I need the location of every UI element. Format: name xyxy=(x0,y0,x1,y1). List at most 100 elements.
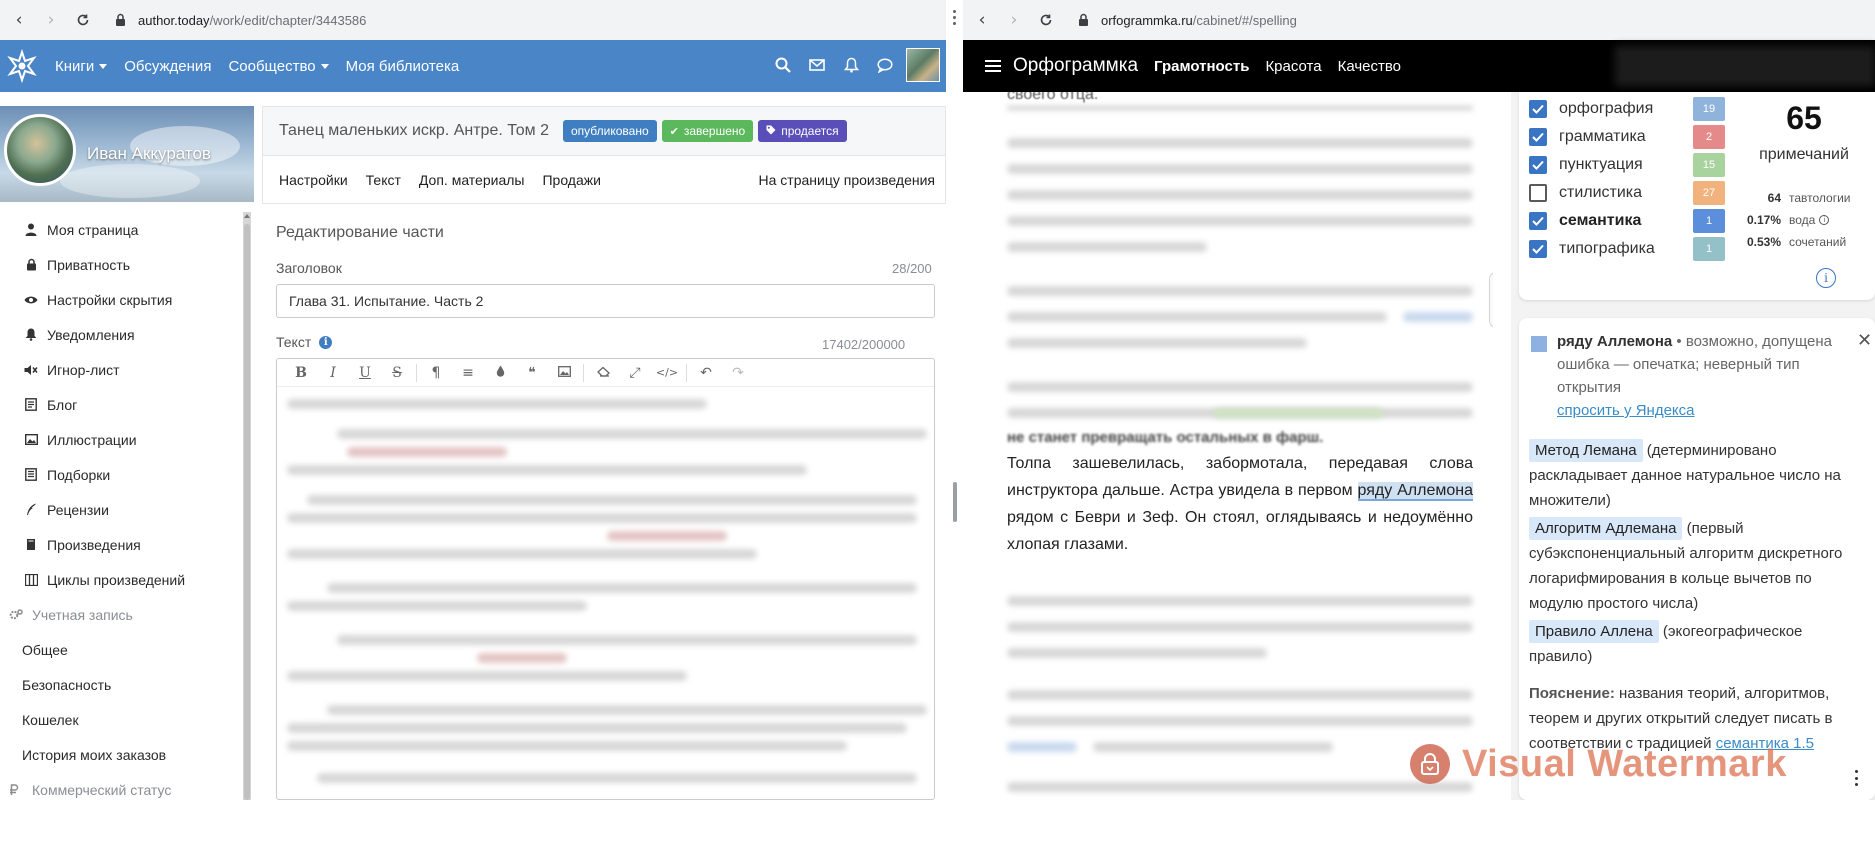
clear-format-button[interactable] xyxy=(587,361,619,385)
site-info-lock-icon[interactable] xyxy=(1075,11,1091,29)
brand-title[interactable]: Орфограммка xyxy=(1013,55,1138,77)
document-paragraph[interactable]: Толпа зашевелилась, забормотала, передав… xyxy=(1007,450,1473,558)
color-button[interactable] xyxy=(484,361,516,385)
scrollbar-thumb[interactable] xyxy=(244,224,250,800)
work-title[interactable]: Танец маленьких искр. Антре. Том 2 xyxy=(279,122,549,140)
sidebar-item-works[interactable]: Произведения xyxy=(0,527,246,562)
category-row-spelling[interactable]: орфография 19 xyxy=(1529,97,1725,121)
nav-beauty[interactable]: Красота xyxy=(1265,58,1321,75)
checkbox-checked-icon[interactable] xyxy=(1529,212,1547,230)
tab-text[interactable]: Текст xyxy=(366,172,401,188)
more-options-icon[interactable] xyxy=(1855,770,1859,786)
nav-quality[interactable]: Качество xyxy=(1338,58,1401,75)
nav-literacy[interactable]: Грамотность xyxy=(1154,58,1249,75)
scroll-up-arrow-icon[interactable] xyxy=(244,214,250,218)
sidebar-item-reviews[interactable]: Рецензии xyxy=(0,492,246,527)
suggestion-button[interactable]: Метод Лемана xyxy=(1529,439,1643,462)
tab-sales[interactable]: Продажи xyxy=(542,172,600,188)
checkbox-unchecked-icon[interactable] xyxy=(1529,184,1547,202)
text-editor[interactable]: B I U S ¶ ≡ ❝ ⤢ </> ↶ ↷ xyxy=(276,358,935,800)
redo-button[interactable]: ↷ xyxy=(722,361,754,385)
category-row-stylistics[interactable]: стилистика 27 xyxy=(1529,181,1725,205)
sidebar-item-privacy[interactable]: Приватность xyxy=(0,247,246,282)
divider-grip[interactable] xyxy=(953,482,957,522)
suggestion-button[interactable]: Правило Аллена xyxy=(1529,620,1659,643)
info-icon[interactable]: i xyxy=(1816,268,1836,288)
menu-books[interactable]: Книги xyxy=(55,58,108,75)
reload-button[interactable] xyxy=(1033,7,1059,33)
category-row-punctuation[interactable]: пунктуация 15 xyxy=(1529,153,1725,177)
highlighted-error[interactable]: ряду Аллемона xyxy=(1357,482,1473,501)
messages-button[interactable] xyxy=(800,47,834,83)
category-row-grammar[interactable]: грамматика 2 xyxy=(1529,125,1725,149)
reload-button[interactable] xyxy=(70,7,96,33)
split-view-divider[interactable] xyxy=(946,0,963,800)
checkbox-checked-icon[interactable] xyxy=(1529,240,1547,258)
right-url[interactable]: orfogrammka.ru/cabinet/#/spelling xyxy=(1101,13,1297,28)
ask-yandex-link[interactable]: спросить у Яндекса xyxy=(1557,402,1695,419)
quote-button[interactable]: ❝ xyxy=(516,361,548,385)
align-dropdown[interactable]: ≡ xyxy=(452,361,484,385)
category-row-semantics[interactable]: семантика 1 xyxy=(1529,209,1725,233)
hamburger-menu-icon[interactable] xyxy=(985,60,1001,72)
sidebar-item-blog[interactable]: Блог xyxy=(0,387,246,422)
sidebar-item-general[interactable]: Общее xyxy=(0,632,246,667)
forward-button[interactable]: › xyxy=(38,7,64,33)
chapter-title-input[interactable]: Глава 31. Испытание. Часть 2 xyxy=(276,284,935,318)
back-button[interactable]: ‹ xyxy=(6,7,32,33)
orfogrammka-window: ‹ › orfogrammka.ru/cabinet/#/spelling Ор… xyxy=(963,0,1875,800)
menu-my-library[interactable]: Моя библиотека xyxy=(346,58,460,75)
sidebar-item-series[interactable]: Циклы произведений xyxy=(0,562,246,597)
mute-icon xyxy=(24,364,38,376)
site-logo[interactable] xyxy=(2,46,42,86)
stat-tautology[interactable]: 64 тавтологии xyxy=(1739,190,1851,206)
strikethrough-button[interactable]: S xyxy=(381,361,413,385)
sidebar-item-ignore-list[interactable]: Игнор-лист xyxy=(0,352,246,387)
site-info-lock-icon[interactable] xyxy=(112,11,128,29)
info-icon[interactable]: i xyxy=(319,335,333,349)
profile-avatar[interactable] xyxy=(4,114,76,186)
sidebar-item-notifications[interactable]: Уведомления xyxy=(0,317,246,352)
search-button[interactable] xyxy=(766,47,800,83)
menu-discussions[interactable]: Обсуждения xyxy=(124,58,211,75)
rule-link[interactable]: семантика 1.5 xyxy=(1716,735,1814,752)
forward-button[interactable]: › xyxy=(1001,7,1027,33)
close-icon[interactable]: ✕ xyxy=(1857,330,1872,351)
chat-button[interactable] xyxy=(868,47,902,83)
category-row-typography[interactable]: типографика 1 xyxy=(1529,237,1725,261)
sidebar-scrollbar[interactable] xyxy=(243,212,251,800)
sidebar-item-order-history[interactable]: История моих заказов xyxy=(0,737,246,772)
profile-name[interactable]: Иван Аккуратов xyxy=(87,144,211,164)
paragraph-button[interactable]: ¶ xyxy=(420,361,452,385)
divider-dot xyxy=(953,10,956,13)
sidebar-item-security[interactable]: Безопасность xyxy=(0,667,246,702)
back-button[interactable]: ‹ xyxy=(969,7,995,33)
left-url[interactable]: author.today/work/edit/chapter/3443586 xyxy=(138,13,366,28)
notifications-button[interactable] xyxy=(834,47,868,83)
fullscreen-button[interactable]: ⤢ xyxy=(619,361,651,385)
insert-image-button[interactable] xyxy=(548,361,580,385)
tab-settings[interactable]: Настройки xyxy=(279,172,348,188)
bold-button[interactable]: B xyxy=(285,361,317,385)
checkbox-checked-icon[interactable] xyxy=(1529,128,1547,146)
sidebar-item-hide-settings[interactable]: Настройки скрытия xyxy=(0,282,246,317)
stat-combinations[interactable]: 0.53% сочетаний xyxy=(1739,234,1846,250)
stat-water[interactable]: 0.17% вода i xyxy=(1739,212,1830,228)
underline-button[interactable]: U xyxy=(349,361,381,385)
sidebar-item-collections[interactable]: Подборки xyxy=(0,457,246,492)
tab-extra-materials[interactable]: Доп. материалы xyxy=(419,172,525,188)
work-page-link[interactable]: На страницу произведения xyxy=(759,172,935,188)
italic-button[interactable]: I xyxy=(317,361,349,385)
info-icon[interactable]: i xyxy=(1819,215,1830,225)
suggestion-button[interactable]: Алгоритм Адлемана xyxy=(1529,517,1683,540)
sidebar-item-illustrations[interactable]: Иллюстрации xyxy=(0,422,246,457)
code-view-button[interactable]: </> xyxy=(651,361,683,385)
sidebar-item-wallet[interactable]: Кошелек xyxy=(0,702,246,737)
document-scroll-handle[interactable] xyxy=(1489,272,1493,328)
sidebar-item-my-page[interactable]: Моя страница xyxy=(0,212,246,247)
checkbox-checked-icon[interactable] xyxy=(1529,100,1547,118)
checkbox-checked-icon[interactable] xyxy=(1529,156,1547,174)
user-avatar[interactable] xyxy=(906,48,940,82)
menu-community[interactable]: Сообщество xyxy=(228,58,329,75)
undo-button[interactable]: ↶ xyxy=(690,361,722,385)
